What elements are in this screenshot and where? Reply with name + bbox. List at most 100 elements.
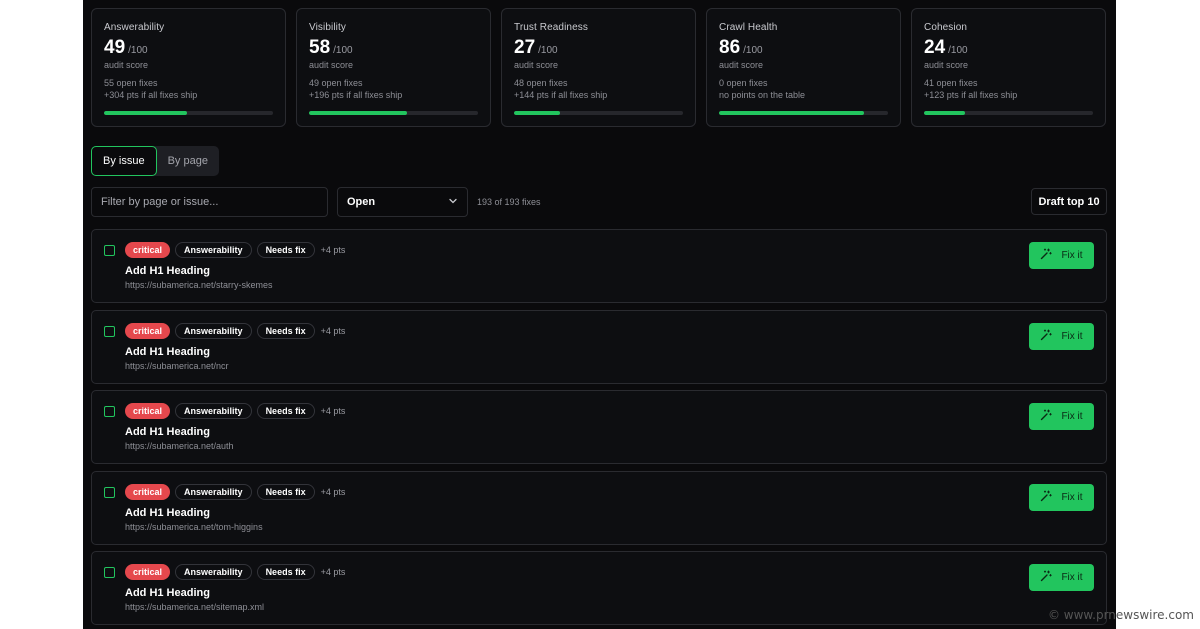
potential-gain: no points on the table — [719, 90, 806, 100]
score-value: 27 — [514, 37, 536, 58]
score-caption: audit score — [104, 60, 149, 70]
fix-it-button[interactable]: Fix it — [1029, 483, 1094, 511]
status-badge: Needs fix — [256, 242, 315, 258]
score-value: 24 — [924, 37, 946, 58]
potential-gain: +144 pts if all fixes ship — [514, 90, 608, 100]
fix-it-label: Fix it — [1061, 330, 1083, 342]
fix-row: critical Answerability Needs fix +4 pts Add … — [91, 390, 1107, 464]
fix-title: Add H1 Heading — [125, 587, 210, 599]
open-fixes-count: 55 open fixes — [104, 78, 158, 88]
score-cards: Answerability 49 /100 audit score 55 ope… — [91, 8, 1106, 128]
fix-it-button[interactable]: Fix it — [1029, 564, 1094, 591]
score-value: 86 — [719, 37, 741, 58]
score-card-visibility: Visibility 58 /100 audit score 49 open f… — [296, 8, 491, 127]
status-select[interactable]: Open — [337, 187, 468, 217]
fix-it-button[interactable]: Fix it — [1029, 242, 1094, 269]
category-badge: Answerability — [175, 403, 252, 419]
fix-it-button[interactable]: Fix it — [1029, 403, 1094, 430]
status-badge: Needs fix — [256, 483, 315, 500]
score-caption: audit score — [514, 60, 559, 70]
severity-badge: critical — [125, 242, 171, 258]
row-tags: critical Answerability Needs fix +4 pts — [125, 483, 346, 500]
row-tags: critical Answerability Needs fix +4 pts — [125, 403, 345, 419]
score-value: 58 — [309, 37, 331, 58]
points-label: +4 pts — [320, 486, 346, 497]
draft-top-10-button[interactable]: Draft top 10 — [1031, 188, 1107, 215]
points-label: +4 pts — [320, 567, 346, 577]
severity-badge: critical — [125, 403, 171, 419]
card-title: Trust Readiness — [514, 22, 588, 33]
score-row: 27 /100 — [514, 37, 683, 59]
app-window: Answerability 49 /100 audit score 55 ope… — [83, 0, 1116, 629]
by-issue-tab[interactable]: By issue — [91, 146, 157, 176]
filter-input[interactable] — [91, 187, 328, 217]
score-progress-fill — [514, 111, 560, 115]
fix-it-label: Fix it — [1061, 250, 1083, 261]
status-select-value: Open — [347, 196, 376, 208]
fix-it-label: Fix it — [1061, 491, 1083, 503]
open-fixes-count: 48 open fixes — [514, 78, 568, 88]
card-title: Cohesion — [924, 22, 968, 33]
fix-title: Add H1 Heading — [125, 345, 210, 358]
card-title: Visibility — [309, 22, 346, 33]
row-checkbox[interactable] — [104, 406, 115, 417]
row-tags: critical Answerability Needs fix +4 pts — [125, 242, 345, 258]
fix-count: 193 of 193 fixes — [477, 197, 541, 207]
status-badge: Needs fix — [256, 564, 315, 580]
category-badge: Answerability — [175, 564, 252, 580]
status-badge: Needs fix — [256, 403, 315, 419]
page-url: https://subamerica.net/ncr — [125, 360, 229, 371]
points-label: +4 pts — [320, 325, 346, 336]
potential-gain: +196 pts if all fixes ship — [309, 90, 403, 100]
category-badge: Answerability — [175, 483, 252, 500]
fix-title: Add H1 Heading — [125, 426, 210, 438]
open-fixes-count: 49 open fixes — [309, 78, 363, 88]
row-checkbox[interactable] — [104, 325, 115, 337]
fix-title: Add H1 Heading — [125, 265, 210, 277]
row-checkbox[interactable] — [104, 245, 115, 256]
card-title: Crawl Health — [719, 22, 778, 33]
fix-it-label: Fix it — [1061, 572, 1083, 583]
page-url: https://subamerica.net/sitemap.xml — [125, 602, 265, 612]
score-progress-fill — [309, 111, 408, 115]
row-tags: critical Answerability Needs fix +4 pts — [125, 564, 345, 580]
score-card-cohesion: Cohesion 24 /100 audit score 41 open fix… — [911, 8, 1106, 127]
score-caption: audit score — [309, 60, 354, 70]
magic-wand-icon — [1040, 409, 1053, 424]
fix-title: Add H1 Heading — [125, 506, 210, 519]
score-progress-fill — [104, 111, 187, 115]
open-fixes-count: 0 open fixes — [719, 78, 768, 88]
by-page-tab[interactable]: By page — [157, 146, 219, 176]
fix-row: critical Answerability Needs fix +4 pts Add … — [91, 229, 1107, 303]
fix-row: critical Answerability Needs fix +4 pts Add … — [91, 551, 1107, 625]
score-progress-fill — [719, 111, 865, 115]
magic-wand-icon — [1040, 490, 1053, 505]
severity-badge: critical — [125, 564, 171, 580]
magic-wand-icon — [1040, 248, 1053, 263]
potential-gain: +304 pts if all fixes ship — [104, 90, 198, 100]
score-progress-bar — [514, 111, 683, 115]
score-progress-bar — [719, 111, 888, 115]
fix-it-button[interactable]: Fix it — [1029, 322, 1094, 350]
severity-badge: critical — [125, 322, 171, 339]
magic-wand-icon — [1040, 570, 1053, 585]
page-url: https://subamerica.net/auth — [125, 441, 234, 451]
score-max: /100 — [128, 45, 148, 56]
watermark: © www.prnewswire.com — [1047, 608, 1194, 622]
score-row: 24 /100 — [924, 37, 1093, 59]
page-url: https://subamerica.net/starry-skemes — [125, 280, 273, 290]
score-progress-fill — [924, 111, 965, 115]
score-value: 49 — [104, 37, 126, 58]
score-card-crawl-health: Crawl Health 86 /100 audit score 0 open … — [706, 8, 901, 127]
score-progress-bar — [924, 111, 1093, 115]
score-progress-bar — [104, 111, 273, 115]
chevron-down-icon — [448, 196, 458, 209]
fix-row: critical Answerability Needs fix +4 pts Add … — [91, 470, 1107, 545]
row-tags: critical Answerability Needs fix +4 pts — [125, 322, 346, 339]
row-checkbox[interactable] — [104, 567, 115, 578]
category-badge: Answerability — [175, 322, 252, 339]
fix-row: critical Answerability Needs fix +4 pts Add … — [91, 309, 1107, 384]
page-url: https://subamerica.net/tom-higgins — [125, 521, 263, 532]
row-checkbox[interactable] — [104, 486, 115, 498]
score-caption: audit score — [719, 60, 764, 70]
